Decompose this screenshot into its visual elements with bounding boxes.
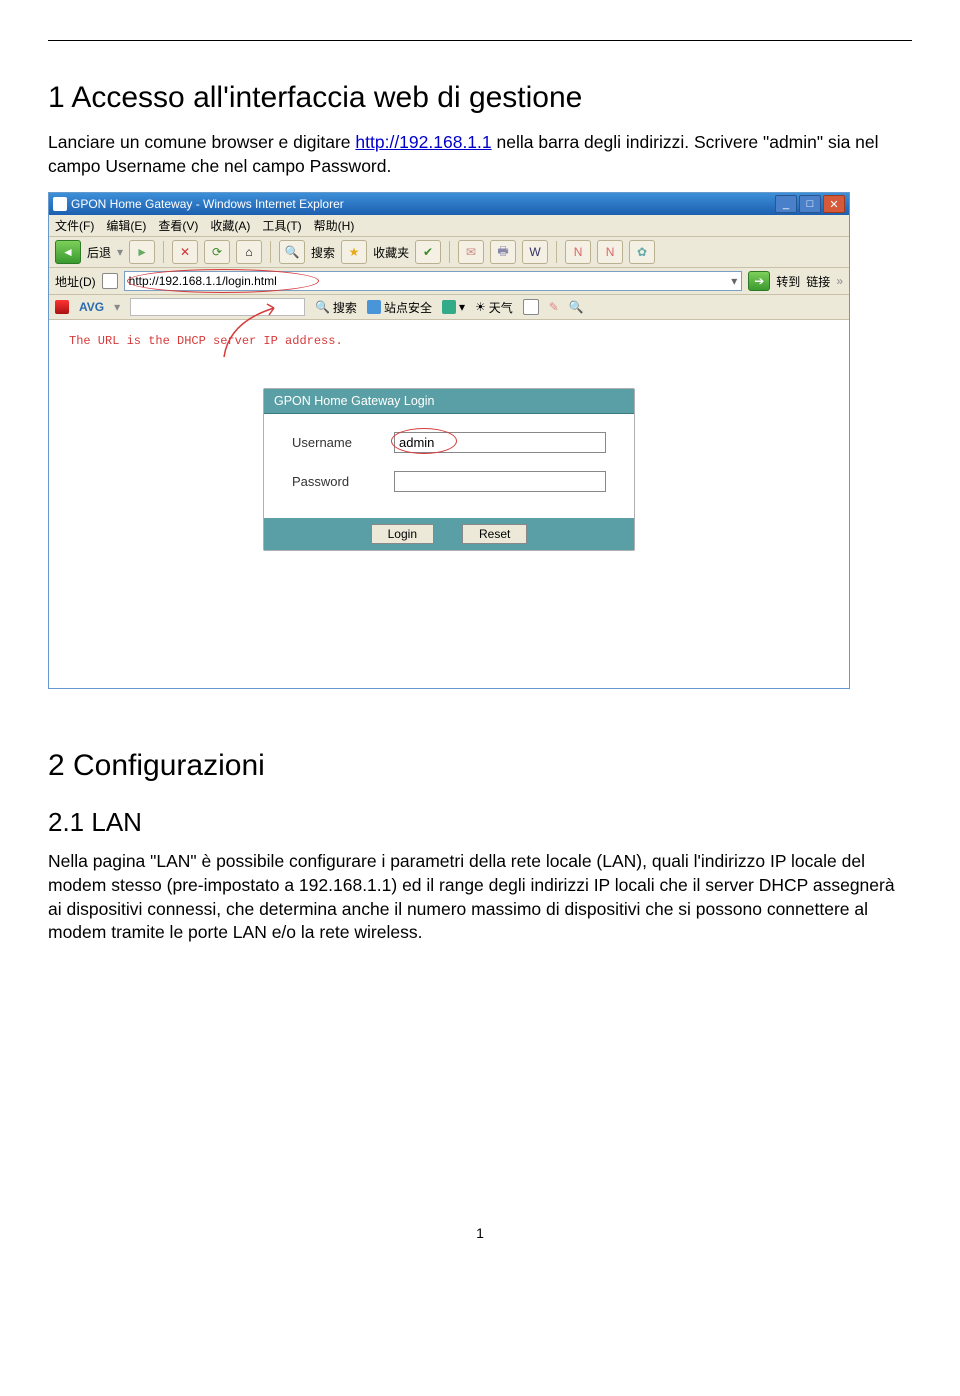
login-header: GPON Home Gateway Login xyxy=(264,389,634,414)
username-label: Username xyxy=(292,435,372,450)
window-titlebar: GPON Home Gateway - Windows Internet Exp… xyxy=(49,193,849,215)
menubar: 文件(F) 编辑(E) 查看(V) 收藏(A) 工具(T) 帮助(H) xyxy=(49,215,849,237)
avg-edit-icon[interactable]: ✎ xyxy=(549,300,559,314)
n-icon-2[interactable]: N xyxy=(597,240,623,264)
reset-button[interactable]: Reset xyxy=(462,524,527,544)
minimize-button[interactable]: _ xyxy=(775,195,797,213)
avg-info-icon[interactable]: ▾ xyxy=(442,300,465,314)
menu-tools[interactable]: 工具(T) xyxy=(262,217,301,234)
avg-site-safety[interactable]: 站点安全 xyxy=(367,299,432,316)
history-button[interactable]: ✔ xyxy=(415,240,441,264)
address-field[interactable]: http://192.168.1.1/login.html ▾ xyxy=(124,271,743,291)
section2-1-paragraph: Nella pagina "LAN" è possibile configura… xyxy=(48,850,912,945)
url-note: The URL is the DHCP server IP address. xyxy=(69,334,835,348)
avg-lens-icon[interactable]: 🔍 xyxy=(569,300,584,314)
avg-search-button[interactable]: 🔍 搜索 xyxy=(315,299,357,316)
section2-heading: 2 Configurazioni xyxy=(48,749,912,783)
section2-1-heading: 2.1 LAN xyxy=(48,807,912,838)
gateway-url-link[interactable]: http://192.168.1.1 xyxy=(355,132,491,152)
app-icon xyxy=(53,197,67,211)
n-icon-1[interactable]: N xyxy=(565,240,591,264)
page-icon xyxy=(102,273,118,289)
avg-logo: AVG xyxy=(79,300,104,314)
menu-file[interactable]: 文件(F) xyxy=(55,217,94,234)
address-bar: 地址(D) http://192.168.1.1/login.html ▾ ➔ … xyxy=(49,268,849,295)
window-title: GPON Home Gateway - Windows Internet Exp… xyxy=(71,197,344,211)
section1-heading: 1 Accesso all'interfaccia web di gestion… xyxy=(48,81,912,115)
favorites-label: 收藏夹 xyxy=(373,244,409,261)
refresh-button[interactable]: ⟳ xyxy=(204,240,230,264)
go-label: 转到 xyxy=(776,273,800,290)
avg-icon xyxy=(55,300,69,314)
login-box: GPON Home Gateway Login Username admin P… xyxy=(263,388,635,551)
username-input[interactable]: admin xyxy=(394,432,606,453)
section1-paragraph: Lanciare un comune browser e digitare ht… xyxy=(48,131,912,178)
menu-view[interactable]: 查看(V) xyxy=(158,217,198,234)
links-label: 链接 xyxy=(806,273,830,290)
word-icon[interactable]: W xyxy=(522,240,548,264)
home-button[interactable]: ⌂ xyxy=(236,240,262,264)
avg-search-input[interactable] xyxy=(130,298,305,316)
address-label: 地址(D) xyxy=(55,273,96,290)
search-label: 搜索 xyxy=(311,244,335,261)
mail-button[interactable]: ✉ xyxy=(458,240,484,264)
print-button[interactable]: 🖶 xyxy=(490,240,516,264)
stop-button[interactable]: ✕ xyxy=(172,240,198,264)
top-rule xyxy=(48,40,912,41)
toolbar: ◄ 后退 ▾ ► ✕ ⟳ ⌂ 🔍 搜索 ★ 收藏夹 ✔ ✉ 🖶 W N N ✿ xyxy=(49,237,849,268)
password-input[interactable] xyxy=(394,471,606,492)
go-button[interactable]: ➔ xyxy=(748,271,770,291)
menu-edit[interactable]: 编辑(E) xyxy=(106,217,146,234)
username-value: admin xyxy=(399,435,434,450)
page-number: 1 xyxy=(48,1225,912,1241)
password-label: Password xyxy=(292,474,372,489)
msn-icon[interactable]: ✿ xyxy=(629,240,655,264)
back-button[interactable]: ◄ xyxy=(55,240,81,264)
page-content: The URL is the DHCP server IP address. G… xyxy=(49,320,849,688)
login-button[interactable]: Login xyxy=(371,524,434,544)
avg-calendar-icon[interactable] xyxy=(523,299,539,315)
maximize-button[interactable]: □ xyxy=(799,195,821,213)
address-url: http://192.168.1.1/login.html xyxy=(129,274,277,288)
forward-button[interactable]: ► xyxy=(129,240,155,264)
favorites-button[interactable]: ★ xyxy=(341,240,367,264)
back-label: 后退 xyxy=(87,244,111,261)
ie-screenshot: GPON Home Gateway - Windows Internet Exp… xyxy=(48,192,850,689)
menu-help[interactable]: 帮助(H) xyxy=(314,217,355,234)
avg-toolbar: AVG ▾ 🔍 搜索 站点安全 ▾ ☀ 天气 ✎ 🔍 xyxy=(49,295,849,320)
para1-part-a: Lanciare un comune browser e digitare xyxy=(48,132,355,152)
close-button[interactable]: ✕ xyxy=(823,195,845,213)
search-button[interactable]: 🔍 xyxy=(279,240,305,264)
avg-weather[interactable]: ☀ 天气 xyxy=(475,299,513,316)
menu-favorites[interactable]: 收藏(A) xyxy=(210,217,250,234)
